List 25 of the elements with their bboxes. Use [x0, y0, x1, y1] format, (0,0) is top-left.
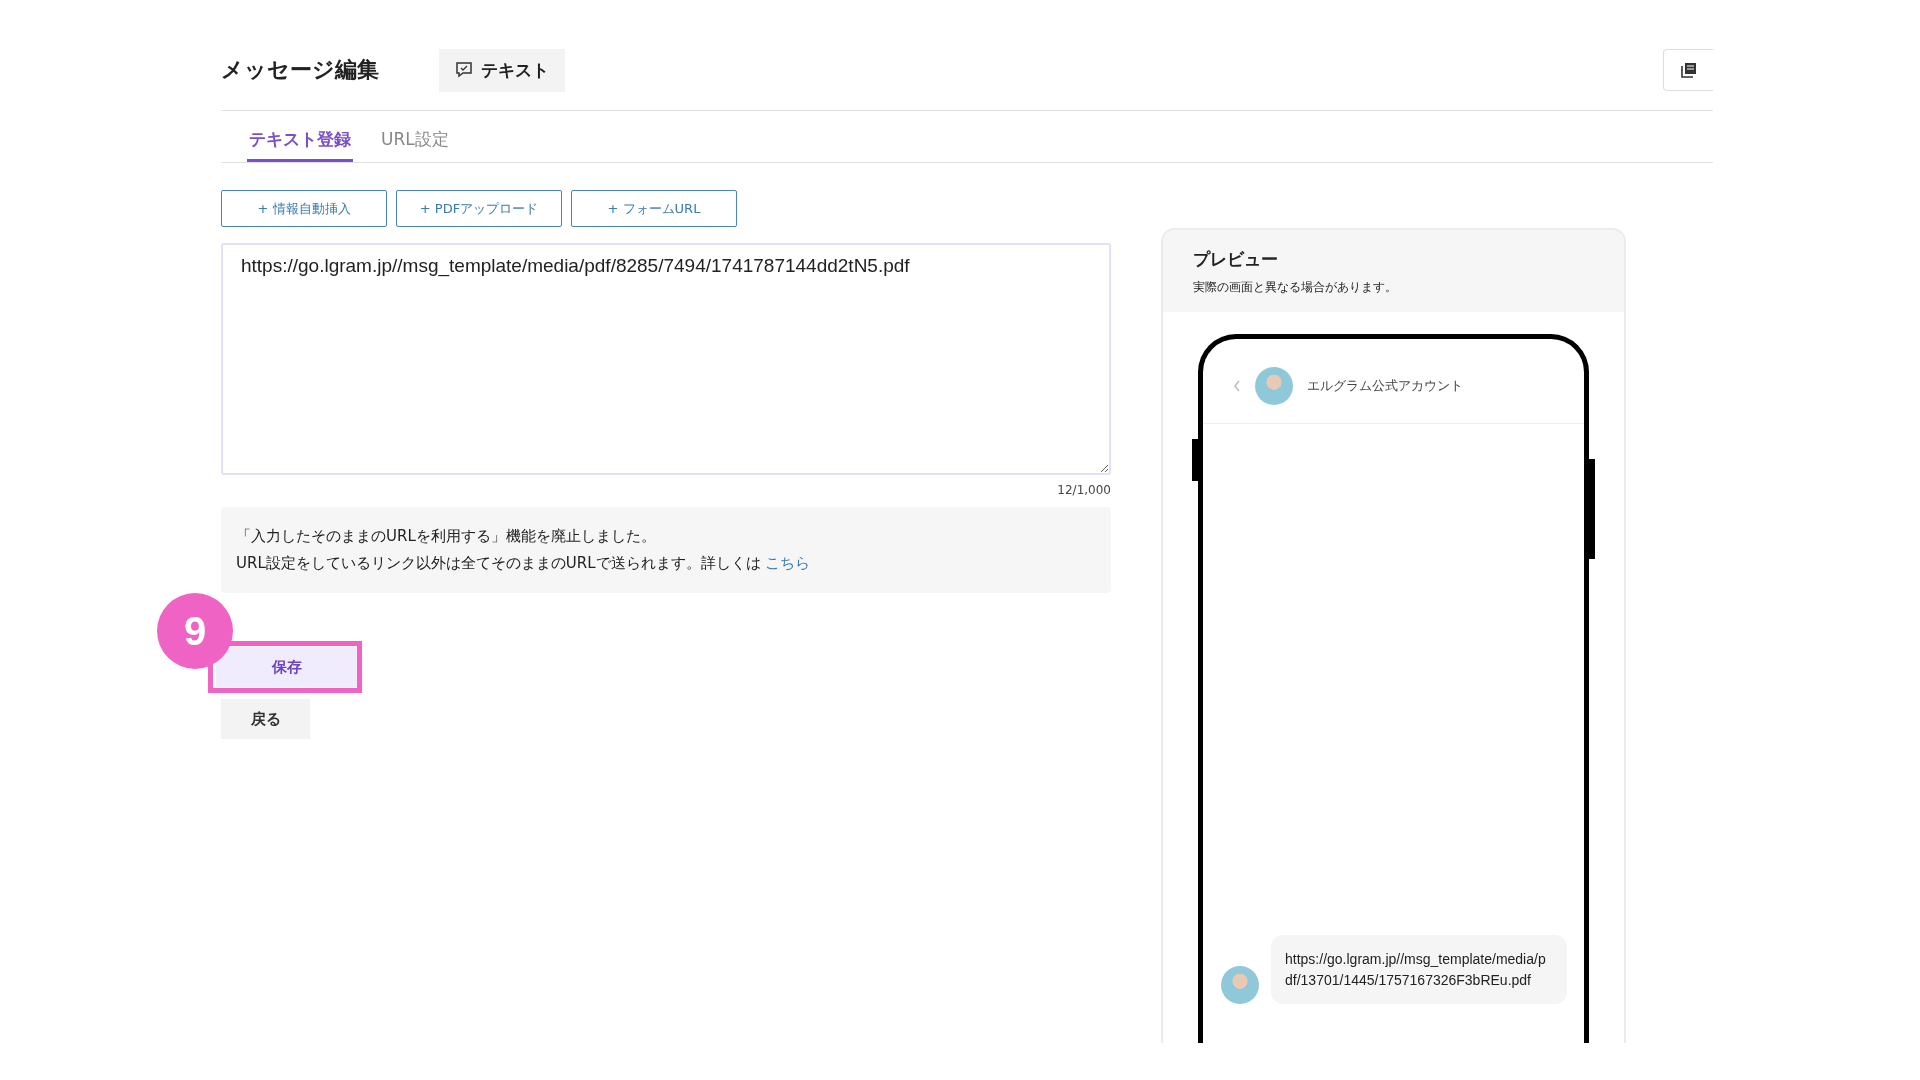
preview-note: 実際の画面と異なる場合があります。 — [1193, 279, 1398, 296]
chip-label: テキスト — [481, 58, 549, 82]
character-counter: 12/1,000 — [1057, 483, 1111, 497]
avatar — [1255, 367, 1293, 405]
insert-button[interactable]: + フォームURL — [571, 190, 737, 227]
preview-title: プレビュー — [1193, 248, 1279, 271]
document-icon — [1680, 62, 1697, 78]
details-link[interactable]: こちら — [765, 554, 811, 572]
tab[interactable]: URL設定 — [379, 128, 451, 162]
insert-button[interactable]: + 情報自動挿入 — [221, 190, 387, 227]
back-chevron-icon — [1233, 380, 1241, 392]
message-input[interactable]: https://go.lgram.jp//msg_template/media/pdf/8285/7494/1741787144dd2tN5.pdf — [221, 243, 1111, 475]
back-button[interactable]: 戻る — [221, 699, 310, 739]
page-title: メッセージ編集 — [221, 56, 379, 84]
avatar — [1221, 966, 1259, 1004]
document-button[interactable] — [1663, 49, 1713, 91]
notice-text: URL設定をしているリンク以外は全てそのままのURLで送られます。詳しくは — [236, 554, 761, 572]
tab[interactable]: テキスト登録 — [247, 128, 353, 162]
message-bubble: https://go.lgram.jp//msg_template/media/pdf/13701/1445/1757167326F3bREu.pdf — [1271, 935, 1567, 1004]
notice-text: 「入力したそのままのURLを利用する」機能を廃止しました。 — [236, 527, 657, 546]
save-button[interactable]: 保存 — [216, 647, 358, 687]
step-marker: 9 — [157, 593, 233, 669]
chat-bubble-icon — [455, 61, 473, 79]
account-name: エルグラム公式アカウント — [1307, 377, 1463, 395]
insert-button[interactable]: + PDFアップロード — [396, 190, 562, 227]
